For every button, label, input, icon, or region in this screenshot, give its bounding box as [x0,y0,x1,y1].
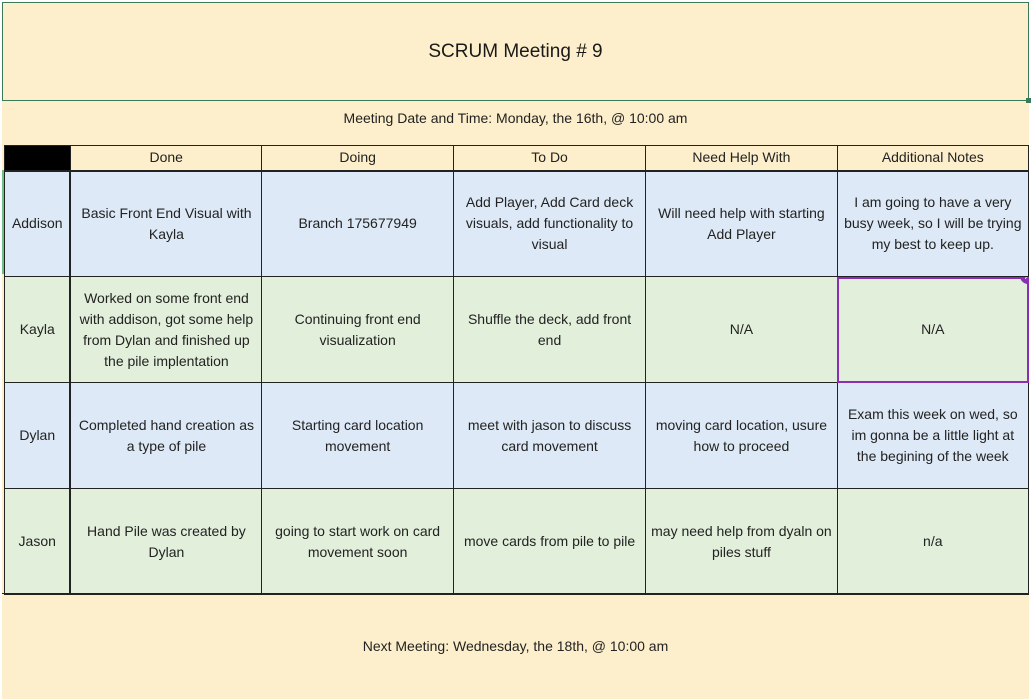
notes-cell-selected[interactable]: N/A A [836,276,1030,383]
header-need-help[interactable]: Need Help With [645,145,838,172]
scrum-table: Done Doing To Do Need Help With Addition… [4,145,1030,595]
title-merged-cell[interactable]: SCRUM Meeting # 9 [2,2,1031,103]
need-help-cell[interactable]: moving card location, usure how to proce… [645,382,838,489]
done-cell[interactable]: Hand Pile was created by Dylan [69,488,263,595]
member-name-cell[interactable]: Kayla [4,276,72,383]
need-help-cell[interactable]: N/A [645,276,838,383]
doing-cell[interactable]: Continuing front end visualization [261,276,454,383]
header-todo[interactable]: To Do [452,145,647,172]
doing-cell[interactable]: Starting card location movement [261,382,454,489]
todo-cell[interactable]: Add Player, Add Card deck visuals, add f… [452,170,647,277]
notes-cell[interactable]: Exam this week on wed, so im gonna be a … [836,382,1030,489]
doing-cell[interactable]: going to start work on card movement soo… [261,488,454,595]
table-bottom-divider [2,593,1029,594]
header-done[interactable]: Done [69,145,263,172]
next-meeting-cell[interactable]: Next Meeting: Wednesday, the 18th, @ 10:… [2,638,1029,654]
collaborator-avatar[interactable]: A [1020,277,1028,284]
done-cell[interactable]: Completed hand creation as a type of pil… [69,382,263,489]
todo-cell[interactable]: move cards from pile to pile [452,488,647,595]
fill-handle[interactable] [1026,98,1031,103]
member-name-cell[interactable]: Addison [4,170,72,277]
member-name-cell[interactable]: Dylan [4,382,72,489]
notes-cell[interactable]: n/a [836,488,1030,595]
spreadsheet-canvas: SCRUM Meeting # 9 Meeting Date and Time:… [2,2,1031,699]
table-row: Addison Basic Front End Visual with Kayl… [4,170,1030,277]
table-row: Dylan Completed hand creation as a type … [4,382,1030,489]
header-doing[interactable]: Doing [261,145,454,172]
need-help-cell[interactable]: may need help from dyaln on piles stuff [645,488,838,595]
member-name-cell[interactable]: Jason [4,488,72,595]
header-row: Done Doing To Do Need Help With Addition… [4,145,1030,172]
header-corner-cell[interactable] [4,145,71,172]
meeting-date-cell[interactable]: Meeting Date and Time: Monday, the 16th,… [2,110,1029,126]
notes-cell[interactable]: I am going to have a very busy week, so … [836,170,1030,277]
table-row: Jason Hand Pile was created by Dylan goi… [4,488,1030,595]
done-cell[interactable]: Worked on some front end with addison, g… [69,276,263,383]
need-help-cell[interactable]: Will need help with starting Add Player [645,170,838,277]
done-cell[interactable]: Basic Front End Visual with Kayla [69,170,263,277]
page-title: SCRUM Meeting # 9 [428,40,603,62]
notes-cell-text: N/A [921,321,945,337]
todo-cell[interactable]: Shuffle the deck, add front end [452,276,647,383]
doing-cell[interactable]: Branch 175677949 [261,170,454,277]
table-row: Kayla Worked on some front end with addi… [4,276,1030,383]
header-additional-notes[interactable]: Additional Notes [836,145,1030,172]
todo-cell[interactable]: meet with jason to discuss card movement [452,382,647,489]
